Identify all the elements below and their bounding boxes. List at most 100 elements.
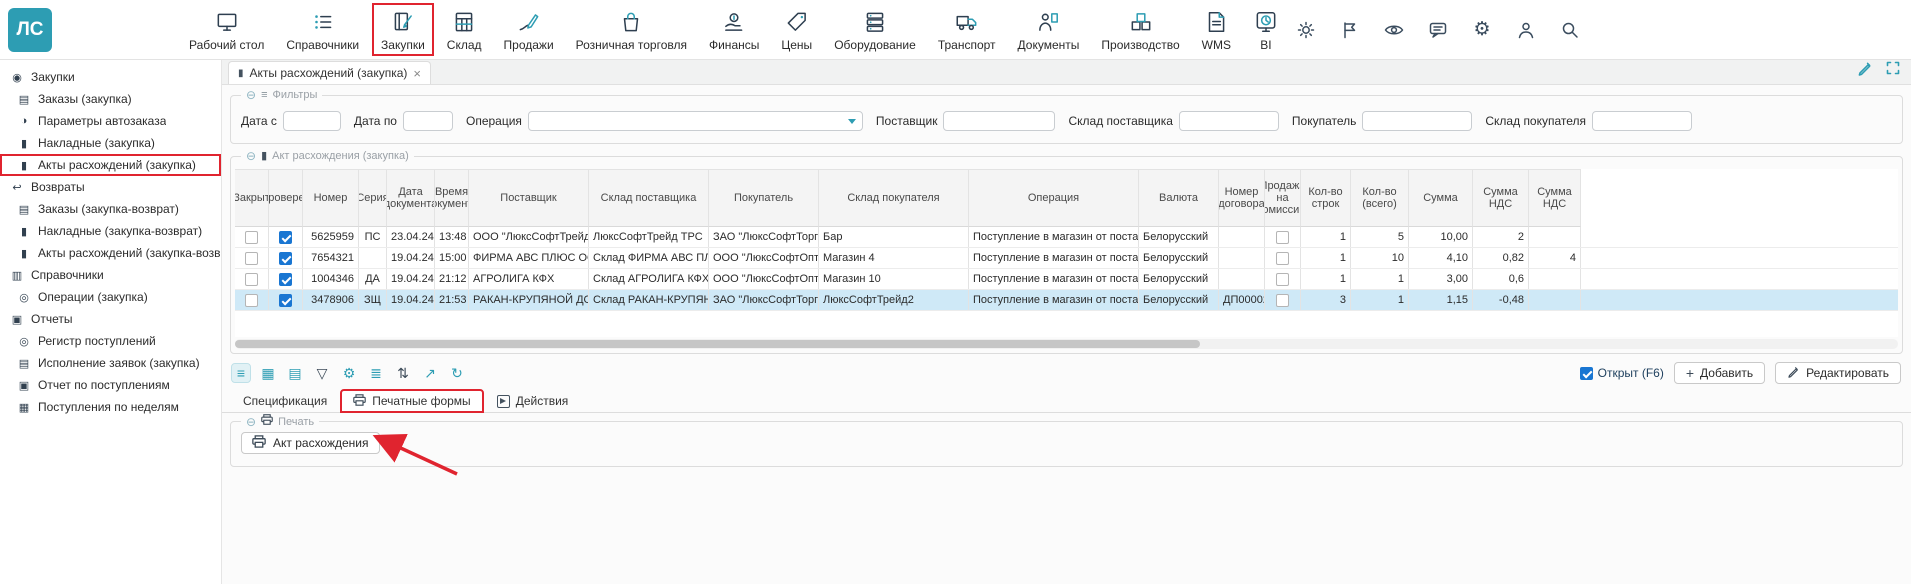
cell-qty_total[interactable]: 10 [1351,248,1409,268]
feedback-icon[interactable] [1427,19,1449,41]
numbered-list-icon[interactable]: ≣ [367,364,385,382]
cell-number[interactable]: 7654321 [303,248,359,268]
column-header-total[interactable]: Сумма [1409,169,1473,227]
cell-supplier_warehouse[interactable]: Склад АГРОЛИГА КФХ [589,269,709,289]
cell-rows_count[interactable]: 1 [1301,227,1351,247]
checked-checkbox[interactable] [279,252,292,265]
topbar-item-documents[interactable]: Документы [1009,3,1089,56]
cell-commission[interactable] [1265,290,1301,310]
commission-checkbox[interactable] [1276,252,1289,265]
sidebar-item[interactable]: ◑ Параметры автозаказа [0,110,221,132]
view-grid-icon[interactable]: ▦ [259,364,277,382]
cell-doc_date[interactable]: 19.04.24 [387,248,435,268]
column-header-number[interactable]: Номер [303,169,359,227]
cell-operation[interactable]: Поступление в магазин от поставщика [969,227,1139,247]
sidebar-item[interactable]: ▤ Заказы (закупка-возврат) [0,198,221,220]
cell-currency[interactable]: Белорусский [1139,290,1219,310]
view-list-icon[interactable]: ≡ [232,364,250,382]
cell-commission[interactable] [1265,269,1301,289]
supplier-input[interactable] [943,111,1055,131]
subtab-print-forms[interactable]: Печатные формы [341,390,482,412]
edit-icon[interactable] [1857,60,1873,81]
column-header-currency[interactable]: Валюта [1139,169,1219,227]
sidebar-item[interactable]: ▮ Акты расхождений (закупка-возврат) [0,242,221,264]
column-header-contract_number[interactable]: Номер договора [1219,169,1265,227]
cell-total[interactable]: 1,15 [1409,290,1473,310]
topbar-item-warehouse[interactable]: Склад [438,3,491,56]
sidebar-item[interactable]: ▦ Поступления по неделям [0,396,221,418]
column-header-doc_time[interactable]: Время документа [435,169,469,227]
cell-number[interactable]: 5625959 [303,227,359,247]
closed-checkbox[interactable] [245,273,258,286]
cell-series[interactable]: ДА [359,269,387,289]
sidebar-item[interactable]: ▥ Справочники [0,264,221,286]
cell-supplier[interactable]: РАКАН-КРУПЯНОЙ ДОМ [469,290,589,310]
tab-close-icon[interactable]: × [413,66,421,81]
sidebar-item[interactable]: ↩ Возвраты [0,176,221,198]
checked-checkbox[interactable] [279,273,292,286]
column-header-operation[interactable]: Операция [969,169,1139,227]
refresh-icon[interactable]: ↻ [448,364,466,382]
eye-icon[interactable] [1383,19,1405,41]
topbar-item-wms[interactable]: WMS [1193,3,1240,56]
cell-buyer[interactable]: ООО "ЛюксСофтОпт" [709,269,819,289]
settings-gear-icon[interactable]: ⚙ [1471,19,1493,41]
column-header-checked[interactable]: Проверен [269,169,303,227]
sidebar-item[interactable]: ◎ Регистр поступлений [0,330,221,352]
cell-supplier[interactable]: ООО "ЛюксСофтТрейд" [469,227,589,247]
cell-vat_total[interactable]: 2 [1473,227,1529,247]
subtab-actions[interactable]: Действия [486,390,580,412]
cell-supplier_warehouse[interactable]: ЛюксСофтТрейд ТРС [589,227,709,247]
sidebar-item[interactable]: ▣ Отчеты [0,308,221,330]
column-header-buyer[interactable]: Покупатель [709,169,819,227]
cell-series[interactable] [359,248,387,268]
cell-supplier[interactable]: АГРОЛИГА КФХ [469,269,589,289]
flag-icon[interactable] [1339,19,1361,41]
sidebar-item[interactable]: ▣ Отчет по поступлениям [0,374,221,396]
cell-vat_total[interactable]: 0,6 [1473,269,1529,289]
cell-buyer_warehouse[interactable]: Магазин 4 [819,248,969,268]
app-logo[interactable]: ЛС [8,8,52,52]
table-row[interactable]: 5625959ПС23.04.2413:48ООО "ЛюксСофтТрейд… [235,227,1898,248]
collapse-icon[interactable]: ⊖ [246,415,256,429]
topbar-item-equipment[interactable]: Оборудование [825,3,925,56]
buyer-warehouse-input[interactable] [1592,111,1692,131]
cell-checked[interactable] [269,248,303,268]
cell-supplier_warehouse[interactable]: Склад ФИРМА АВС ПЛЮС [589,248,709,268]
cell-number[interactable]: 1004346 [303,269,359,289]
cell-series[interactable]: ПС [359,227,387,247]
cell-vat_total2[interactable] [1529,290,1581,310]
sidebar-item[interactable]: ◎ Операции (закупка) [0,286,221,308]
topbar-item-sales[interactable]: Продажи [495,3,563,56]
calendar-icon[interactable]: ▤ [286,364,304,382]
cell-closed[interactable] [235,227,269,247]
column-header-doc_date[interactable]: Дата документа [387,169,435,227]
cell-operation[interactable]: Поступление в магазин от поставщика [969,269,1139,289]
topbar-item-directories[interactable]: Справочники [277,3,368,56]
sidebar-item[interactable]: ▮ Накладные (закупка) [0,132,221,154]
cell-total[interactable]: 10,00 [1409,227,1473,247]
date-from-input[interactable] [283,111,341,131]
topbar-item-finance[interactable]: Финансы [700,3,768,56]
cell-closed[interactable] [235,290,269,310]
cell-operation[interactable]: Поступление в магазин от поставщика [969,248,1139,268]
table-row[interactable]: 3478906ЗЩ19.04.2421:53РАКАН-КРУПЯНОЙ ДОМ… [235,290,1898,311]
filter-icon[interactable]: ▽ [313,364,331,382]
cell-closed[interactable] [235,269,269,289]
column-header-rows_count[interactable]: Кол-во строк [1301,169,1351,227]
topbar-item-prices[interactable]: Цены [772,3,821,56]
cell-vat_total[interactable]: 0,82 [1473,248,1529,268]
cell-checked[interactable] [269,269,303,289]
subtab-specification[interactable]: Спецификация [232,390,338,412]
sidebar-item[interactable]: ▤ Исполнение заявок (закупка) [0,352,221,374]
column-header-supplier[interactable]: Поставщик [469,169,589,227]
checked-checkbox[interactable] [279,294,292,307]
open-f6-checkbox[interactable]: Открыт (F6) [1580,366,1664,380]
topbar-item-transport[interactable]: Транспорт [929,3,1005,56]
commission-checkbox[interactable] [1276,273,1289,286]
cell-number[interactable]: 3478906 [303,290,359,310]
sidebar-item[interactable]: ▤ Заказы (закупка) [0,88,221,110]
date-to-input[interactable] [403,111,453,131]
cell-commission[interactable] [1265,227,1301,247]
add-button[interactable]: + Добавить [1674,362,1765,384]
